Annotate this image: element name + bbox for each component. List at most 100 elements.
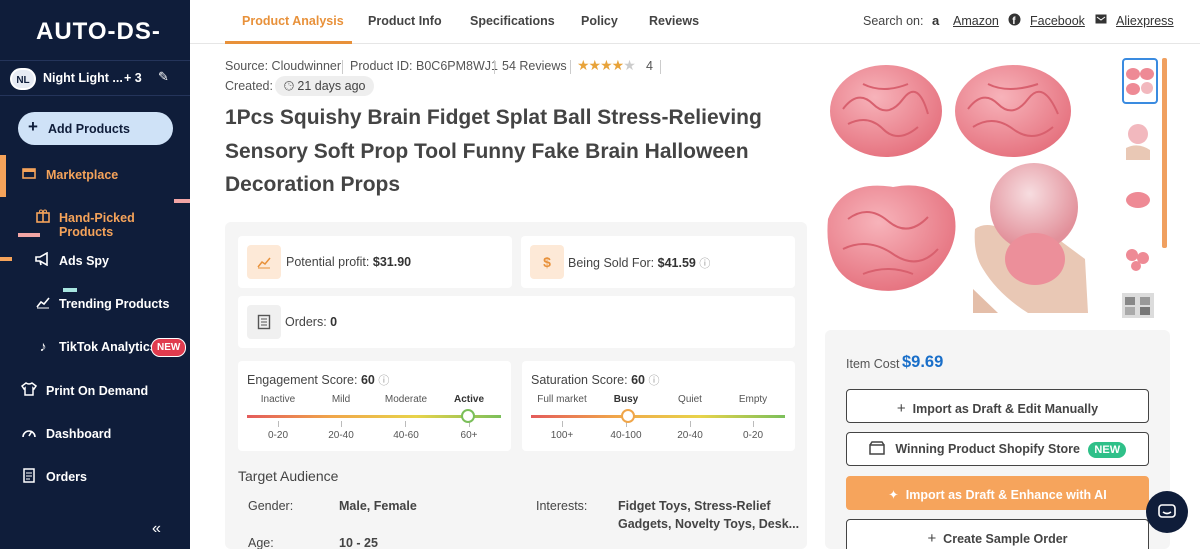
saturation-knob [620,409,635,423]
tab-specifications[interactable]: Specifications [470,14,555,28]
create-sample-order-button[interactable]: + Create Sample Order [846,519,1149,549]
megaphone-icon [34,251,52,270]
active-tab-underline [225,41,352,44]
store-count: + 3 [124,71,142,85]
engagement-range: 60+ [460,430,478,441]
rating-value: 4 [646,59,653,73]
tick [690,421,691,427]
tick [278,421,279,427]
tab-policy[interactable]: Policy [581,14,618,28]
potential-profit-label: Potential profit: [286,255,370,269]
created-chip: 🕒︎ 21 days ago [275,76,375,96]
add-products-label: Add Products [48,122,130,136]
chart-icon [247,245,281,279]
search-on-label: Search on: [863,14,924,28]
saturation-title-label: Saturation Score: [531,373,628,387]
import-draft-ai-button[interactable]: ✦ Import as Draft & Enhance with AI [846,476,1149,510]
dollar-icon: $ [530,245,564,279]
sidebar-item-label: Ads Spy [59,254,110,268]
thumbnail[interactable] [1122,238,1158,284]
ai-icon: ✦ [888,488,899,502]
help-icon[interactable]: ⓘ [648,375,659,387]
store-selector[interactable]: NL Night Light ... + 3 ✎ [0,60,190,96]
clock-icon: 🕒︎ [284,79,294,93]
tab-product-info[interactable]: Product Info [368,14,442,28]
import-manual-label: Import as Draft & Edit Manually [912,402,1099,416]
tick [753,421,754,427]
amazon-icon: a [932,13,940,28]
age-value: 10 - 25 [339,536,378,549]
sidebar-item-marketplace[interactable]: Marketplace [0,155,190,195]
sidebar-item-print-on-demand[interactable]: Print On Demand [0,371,190,411]
tab-product-analysis[interactable]: Product Analysis [242,14,344,28]
sidebar-item-hand-picked[interactable]: Hand-Picked Products [0,198,190,239]
gender-value: Male, Female [339,499,417,513]
sidebar-item-orders[interactable]: Orders [0,457,190,497]
product-title: 1Pcs Squishy Brain Fidget Splat Ball Str… [225,106,762,196]
engagement-score-card: Engagement Score: 60 ⓘ Inactive Mild Mod… [238,361,511,451]
potential-profit-value: $31.90 [372,255,412,269]
gender-label: Gender: [248,499,294,513]
sold-for-label: Being Sold For: [568,256,655,270]
sample-order-label: Create Sample Order [943,532,1068,546]
collapse-sidebar-icon[interactable]: « [152,520,161,538]
age-label: Age: [248,536,274,549]
facebook-link[interactable]: Facebook [1030,14,1085,28]
amazon-link[interactable]: Amazon [953,14,999,28]
sidebar-item-trending[interactable]: Trending Products [0,284,190,324]
reviews-count[interactable]: 54 Reviews [502,59,567,73]
tick [341,421,342,427]
import-draft-manual-button[interactable]: + Import as Draft & Edit Manually [846,389,1149,423]
item-cost-value: $9.69 [902,353,944,371]
sidebar-item-label: TikTok Analytics [59,340,157,354]
saturation-range: 20-40 [677,430,703,441]
autods-logo[interactable]: AUTO-DS- [36,18,161,46]
winning-store-label: Winning Product Shopify Store [895,442,1080,456]
help-icon[interactable]: ⓘ [378,375,389,387]
thumbnail[interactable] [1122,118,1158,164]
engagement-title-label: Engagement Score: [247,373,358,387]
sidebar-item-label: Trending Products [59,297,170,311]
thumbnail[interactable] [1122,58,1158,104]
help-icon[interactable]: ⓘ [699,258,710,270]
tab-reviews[interactable]: Reviews [649,14,699,28]
plus-icon: + [28,117,38,136]
engagement-knob [460,409,475,423]
sidebar-item-tiktok[interactable]: ♪ TikTok Analytics NEW [0,327,190,367]
clipboard-icon [247,305,281,339]
shirt-icon [20,382,38,400]
engagement-level: Active [453,394,484,405]
thumbnail-strip [1120,58,1160,318]
aliexpress-link[interactable]: Aliexpress [1116,14,1174,28]
saturation-level: Quiet [678,394,702,405]
tab-bar: Product Analysis Product Info Specificat… [190,0,1200,44]
saturation-range: 40-100 [610,430,642,441]
sidebar-item-label: Orders [46,470,87,484]
chat-icon[interactable] [1146,491,1188,533]
saturation-level: Full market [537,394,587,405]
orders-value: 0 [330,315,338,329]
saturation-range: 100+ [550,430,574,441]
sidebar-item-label: Marketplace [46,168,119,182]
pencil-icon[interactable]: ✎ [158,69,169,85]
divider [494,60,495,74]
winning-store-button[interactable]: Winning Product Shopify Store NEW [846,432,1149,466]
engagement-level: Mild [331,394,351,405]
engagement-range: 40-60 [393,430,419,441]
gift-icon [34,209,52,227]
thumbnail-scrollbar[interactable] [1162,58,1167,248]
divider [660,60,661,74]
rating-stars-icon: ★★★★★ [577,57,636,73]
store-icon [869,441,888,456]
item-cost-label: Item Cost [846,357,900,371]
potential-profit-card: Potential profit: $31.90 [238,236,512,288]
thumbnail[interactable] [1122,178,1158,224]
sidebar-item-ads-spy[interactable]: Ads Spy [0,241,190,281]
orders-card: Orders: 0 [238,296,795,348]
store-name: Night Light ... [43,71,123,85]
store-avatar: NL [10,68,36,90]
sidebar-item-dashboard[interactable]: Dashboard [0,414,190,454]
add-products-button[interactable]: + Add Products [18,112,173,145]
interests-value-line2: Gadgets, Novelty Toys, Desk... [618,517,800,531]
product-image[interactable] [823,59,1103,313]
